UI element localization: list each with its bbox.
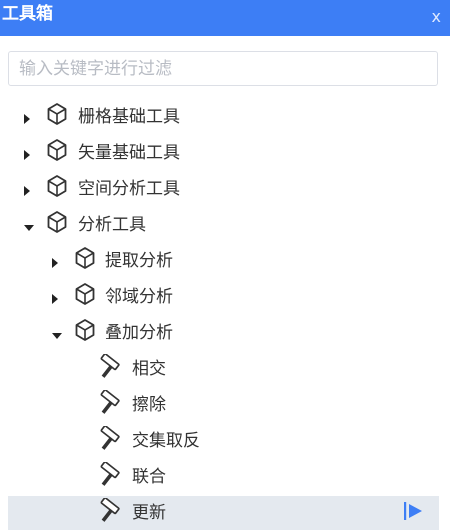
tree-item[interactable]: 空间分析工具	[8, 172, 439, 208]
hammer-icon	[98, 354, 120, 378]
hammer-icon	[98, 426, 120, 450]
tree-item[interactable]: 矢量基础工具	[8, 136, 439, 172]
tree-item[interactable]: 分析工具	[8, 208, 439, 244]
cube-icon	[74, 282, 96, 306]
tree-item-label: 相交	[132, 359, 166, 379]
tree-item[interactable]: 叠加分析	[8, 316, 439, 352]
cube-icon	[46, 174, 68, 198]
tree-item[interactable]: 提取分析	[8, 244, 439, 280]
cube-icon	[74, 246, 96, 270]
tree-item[interactable]: 相交	[8, 352, 439, 388]
tree-item-label: 更新	[132, 503, 166, 523]
cube-icon	[46, 138, 68, 162]
expand-arrow-right-icon[interactable]	[24, 150, 30, 160]
hammer-icon	[98, 462, 120, 486]
tree-item-label: 提取分析	[105, 251, 173, 271]
cube-icon	[46, 102, 68, 126]
tree-item[interactable]: 交集取反	[8, 424, 439, 460]
expand-arrow-right-icon[interactable]	[52, 294, 58, 304]
tree-item-label: 邻域分析	[105, 287, 173, 307]
cube-icon	[46, 210, 68, 234]
hammer-icon	[98, 498, 120, 522]
tree-item[interactable]: 更新	[8, 496, 439, 530]
expand-arrow-down-icon[interactable]	[52, 333, 62, 339]
tree-item-label: 交集取反	[132, 431, 200, 451]
tree-item-label: 矢量基础工具	[78, 143, 180, 163]
run-icon[interactable]	[403, 500, 425, 522]
expand-arrow-right-icon[interactable]	[24, 114, 30, 124]
close-button[interactable]: x	[432, 8, 441, 26]
tree-item-label: 联合	[132, 467, 166, 487]
expand-arrow-right-icon[interactable]	[52, 258, 58, 268]
panel-title: 工具箱	[2, 4, 53, 24]
tree-item-label: 擦除	[132, 395, 166, 415]
tree-item-label: 栅格基础工具	[78, 107, 180, 127]
expand-arrow-right-icon[interactable]	[24, 186, 30, 196]
tree-item[interactable]: 擦除	[8, 388, 439, 424]
expand-arrow-down-icon[interactable]	[24, 225, 34, 231]
tree-item-label: 叠加分析	[105, 323, 173, 343]
tree-item-label: 空间分析工具	[78, 179, 180, 199]
tree-item-label: 分析工具	[78, 215, 146, 235]
tree-item[interactable]: 栅格基础工具	[8, 100, 439, 136]
cube-icon	[74, 318, 96, 342]
tree-item[interactable]: 邻域分析	[8, 280, 439, 316]
hammer-icon	[98, 390, 120, 414]
tree-item[interactable]: 联合	[8, 460, 439, 496]
toolbox-panel: 工具箱 x 栅格基础工具矢量基础工具空间分析工具分析工具提取分析邻域分析叠加分析…	[0, 0, 450, 530]
panel-header: 工具箱 x	[0, 0, 450, 36]
filter-input[interactable]	[8, 51, 438, 86]
